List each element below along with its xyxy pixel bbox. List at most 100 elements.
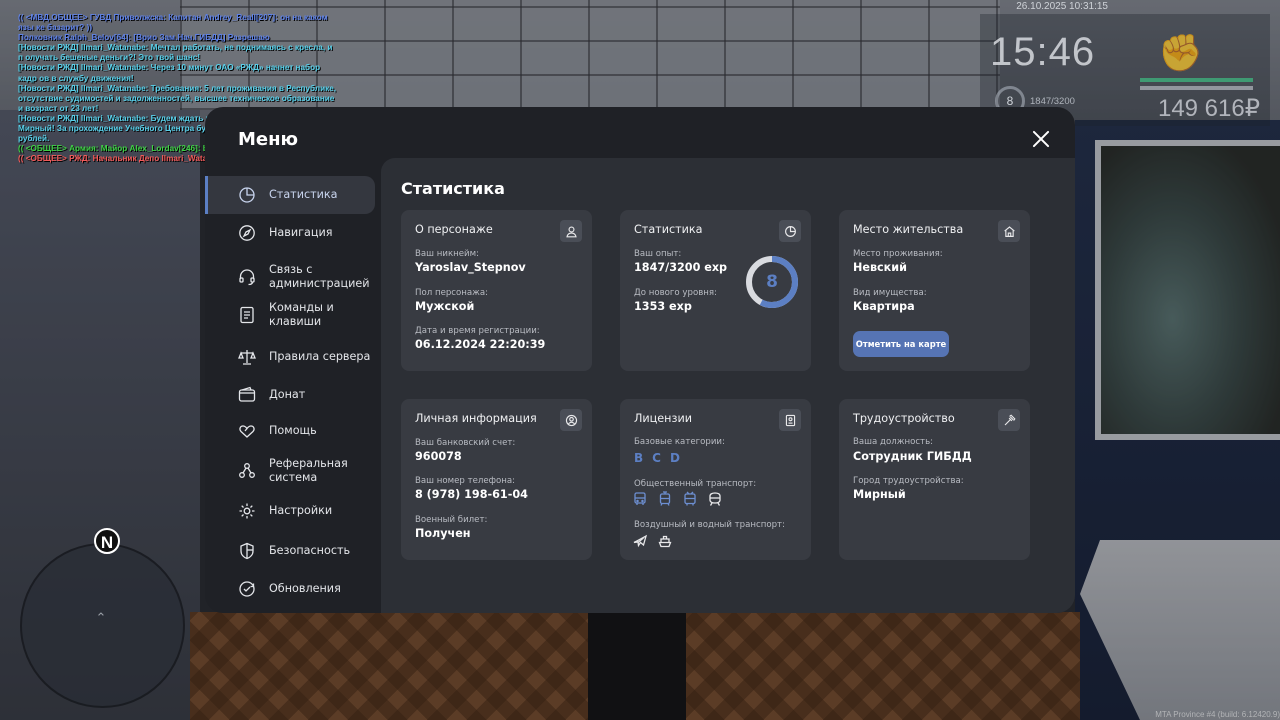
work-city-label: Город трудоустройства: <box>853 476 964 486</box>
card-title: Лицензии <box>634 412 692 425</box>
sidebar-item-label: Донат <box>269 387 306 401</box>
hammer-icon <box>998 409 1020 431</box>
sidebar-item[interactable]: Донат <box>205 376 375 414</box>
page-title: Статистика <box>401 179 505 198</box>
hud-level: 8 <box>1006 94 1014 108</box>
sidebar-item-label: Команды и клавиши <box>269 300 334 329</box>
gender-label: Пол персонажа: <box>415 288 489 298</box>
sidebar-item-label: Реферальная система <box>269 456 348 485</box>
card-character: О персонаже Ваш никнейм: Yaroslav_Stepno… <box>401 210 592 371</box>
sidebar-item[interactable]: Безопасность <box>205 532 375 570</box>
hud-clock: 15:46 <box>990 30 1096 74</box>
sidebar-item-label: Обновления <box>269 581 341 595</box>
phone-value: 8 (978) 198-61-04 <box>415 488 528 501</box>
chat-line: [Новости РЖД] Ilmari_Watanabe: Через 10 … <box>18 63 323 83</box>
sidebar-item[interactable]: Обновления <box>205 570 375 608</box>
plane-icon <box>633 534 648 548</box>
armor-bar <box>1140 86 1253 90</box>
user-icon <box>560 220 582 242</box>
sidebar-item-label: Связь с администрацией <box>269 262 370 291</box>
bank-value: 960078 <box>415 450 462 463</box>
update-icon <box>239 581 255 597</box>
license-category-c: C <box>652 451 661 465</box>
residence-value: Невский <box>853 261 907 274</box>
public-transport-icons <box>632 491 723 507</box>
fist-icon: ✊ <box>1158 33 1203 74</box>
property-label: Вид имущества: <box>853 288 927 298</box>
player-arrow-icon: ⌃ <box>95 611 107 626</box>
sidebar-item[interactable]: Настройки <box>205 492 375 530</box>
gear-icon <box>239 503 255 519</box>
level-number: 8 <box>766 272 778 292</box>
scales-icon <box>238 350 256 365</box>
compass-icon <box>239 225 255 241</box>
sidebar-item-label: Помощь <box>269 423 317 437</box>
wallet-icon <box>238 386 256 402</box>
property-value: Квартира <box>853 300 915 313</box>
license-category-d: D <box>669 451 680 465</box>
sidebar-item-label: Настройки <box>269 503 333 517</box>
id-card-icon <box>779 409 801 431</box>
license-category-b: B <box>634 451 644 465</box>
user-circle-icon <box>560 409 582 431</box>
hud-date: 26.10.2025 10:31:15 <box>1016 1 1108 12</box>
sidebar-item-label: Навигация <box>269 225 333 239</box>
card-title: О персонаже <box>415 223 493 236</box>
train-icon <box>709 492 721 506</box>
build-info: MTA Province #4 (build: 6.12420.9) <box>1155 710 1280 719</box>
bus-icon <box>634 492 646 505</box>
nickname-label: Ваш никнейм: <box>415 249 480 259</box>
position-value: Сотрудник ГИБДД <box>853 450 972 463</box>
sidebar-item[interactable]: Реферальная система <box>205 452 375 490</box>
card-residence: Место жительства Место проживания: Невск… <box>839 210 1030 371</box>
air-water-transport-label: Воздушный и водный транспорт: <box>634 520 785 530</box>
sidebar-item[interactable]: Статистика <box>205 176 375 214</box>
residence-label: Место проживания: <box>853 249 943 259</box>
menu-sidebar: Статистика Навигация Связь с администрацие… <box>205 176 380 597</box>
chat-line: [Новости РЖД] Ilmari_Watanabe: Мечтал ра… <box>18 43 335 63</box>
tram-icon <box>659 491 671 506</box>
phone-label: Ваш номер телефона: <box>415 476 516 486</box>
mark-on-map-button[interactable]: Отметить на карте <box>853 331 949 357</box>
hud-money: 149 616₽ <box>1157 95 1260 122</box>
card-employment: Трудоустройство Ваша должность: Сотрудни… <box>839 399 1030 560</box>
sidebar-item[interactable]: Навигация <box>205 214 375 252</box>
sidebar-item-label: Безопасность <box>269 543 351 557</box>
card-title: Личная информация <box>415 412 537 425</box>
card-statistics: Статистика Ваш опыт: 1847/3200 exp До но… <box>620 210 811 371</box>
air-water-transport-icons <box>632 533 673 549</box>
heart-hands-icon <box>239 425 255 438</box>
pie-chart-icon <box>239 187 255 203</box>
referral-icon <box>239 463 255 478</box>
card-title: Место жительства <box>853 223 964 236</box>
bank-label: Ваш банковский счет: <box>415 438 516 448</box>
chat-line: (( <МВД.ОБЩЕЕ> ГУВД Приволжска: Капитан … <box>18 13 330 33</box>
military-value: Получен <box>415 527 471 540</box>
public-transport-label: Общественный транспорт: <box>634 479 757 489</box>
card-title: Статистика <box>634 223 703 236</box>
sidebar-item-label: Статистика <box>269 187 338 201</box>
card-title: Трудоустройство <box>853 412 955 425</box>
military-label: Военный билет: <box>415 515 488 525</box>
document-icon <box>240 306 254 324</box>
basic-categories: B C D <box>634 450 734 466</box>
pie-chart-icon <box>779 220 801 242</box>
north-indicator: N <box>94 528 120 554</box>
shield-icon <box>240 542 254 560</box>
sidebar-item[interactable]: Помощь <box>205 412 375 450</box>
menu-title: Меню <box>238 129 299 150</box>
trolleybus-icon <box>684 491 696 506</box>
ship-icon <box>658 535 672 548</box>
work-city-value: Мирный <box>853 488 906 501</box>
registration-label: Дата и время регистрации: <box>415 326 540 336</box>
home-icon <box>998 220 1020 242</box>
health-bar <box>1140 78 1253 82</box>
sidebar-item[interactable]: Команды и клавиши <box>205 296 375 334</box>
basic-categories-label: Базовые категории: <box>634 437 725 447</box>
card-licenses: Лицензии Базовые категории: B C D Общест… <box>620 399 811 560</box>
headset-icon <box>239 269 255 286</box>
sidebar-item[interactable]: Правила сервера <box>205 338 375 376</box>
registration-value: 06.12.2024 22:20:39 <box>415 338 546 351</box>
close-icon[interactable] <box>1027 125 1055 153</box>
sidebar-item[interactable]: Связь с администрацией <box>205 258 375 296</box>
